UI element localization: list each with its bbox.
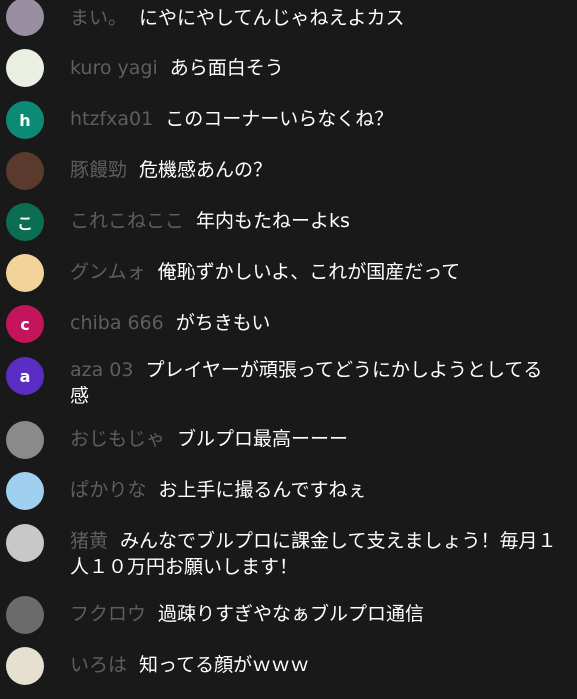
avatar[interactable]: h [6, 101, 44, 139]
avatar[interactable] [6, 472, 44, 510]
message-text: 豚饅勁 危機感あんの？ [70, 157, 560, 183]
avatar[interactable] [6, 49, 44, 87]
avatar[interactable] [6, 647, 44, 685]
avatar[interactable]: c [6, 305, 44, 343]
avatar[interactable] [6, 596, 44, 634]
message-body: 俺恥ずかしいよ、これが国産だって [157, 261, 461, 283]
message-text: aza 03 プレイヤーが頑張ってどうにかしようとしてる感 [70, 357, 560, 409]
author-name[interactable]: いろは [70, 654, 127, 676]
message-body: お上手に撮るんですねぇ [158, 479, 367, 501]
avatar[interactable] [6, 0, 44, 36]
message-body: あら面白そう [169, 57, 284, 79]
author-name[interactable]: フクロウ [70, 603, 146, 625]
avatar[interactable] [6, 421, 44, 459]
message-body: がちきもい [175, 312, 271, 334]
message-text: ぱかりな お上手に撮るんですねぇ [70, 477, 560, 503]
message-body: みんなでブルプロに課金して支えましょう！毎月１人１０万円お願いします！ [70, 530, 557, 578]
message-text: いろは 知ってる顔がｗｗｗ [70, 652, 560, 678]
message-text: フクロウ 過疎りすぎやなぁブルプロ通信 [70, 601, 560, 627]
message-text: chiba 666 がちきもい [70, 310, 560, 336]
message-text: htzfxa01 このコーナーいらなくね？ [70, 106, 560, 132]
author-name[interactable]: aza 03 [70, 359, 133, 381]
avatar[interactable] [6, 524, 44, 562]
message-text: kuro yagi あら面白そう [70, 55, 560, 81]
author-name[interactable]: これこねここ [70, 210, 184, 232]
message-body: 過疎りすぎやなぁブルプロ通信 [158, 603, 425, 625]
chat-message-list: まい。 にやにやしてんじゃねえよカス kuro yagi あら面白そう h htzf… [0, 0, 577, 699]
message-body: ブルプロ最高ーーー [177, 428, 349, 450]
avatar[interactable] [6, 254, 44, 292]
author-name[interactable]: 豚饅勁 [70, 159, 127, 181]
author-name[interactable]: ぱかりな [70, 479, 146, 501]
message-body: 危機感あんの？ [139, 159, 273, 181]
avatar[interactable]: a [6, 357, 44, 395]
message-text: 猪黄 みんなでブルプロに課金して支えましょう！毎月１人１０万円お願いします！ [70, 528, 560, 580]
message-text: おじもじゃ ブルプロ最高ーーー [70, 426, 560, 452]
avatar[interactable] [6, 152, 44, 190]
message-body: プレイヤーが頑張ってどうにかしようとしてる感 [70, 359, 543, 407]
author-name[interactable]: 猪黄 [70, 530, 108, 552]
author-name[interactable]: まい。 [70, 7, 127, 29]
message-text: まい。 にやにやしてんじゃねえよカス [70, 5, 560, 31]
message-body: このコーナーいらなくね？ [165, 108, 394, 130]
message-text: これこねここ 年内もたねーよks [70, 208, 560, 234]
avatar[interactable]: こ [6, 203, 44, 241]
author-name[interactable]: グンムォ [70, 261, 146, 283]
author-name[interactable]: htzfxa01 [70, 108, 153, 130]
author-name[interactable]: kuro yagi [70, 57, 158, 79]
author-name[interactable]: chiba 666 [70, 312, 164, 334]
message-body: にやにやしてんじゃねえよカス [139, 7, 405, 29]
message-body: 年内もたねーよks [196, 210, 350, 232]
message-text: グンムォ 俺恥ずかしいよ、これが国産だって [70, 259, 560, 285]
message-body: 知ってる顔がｗｗｗ [139, 654, 310, 676]
author-name[interactable]: おじもじゃ [70, 428, 165, 450]
